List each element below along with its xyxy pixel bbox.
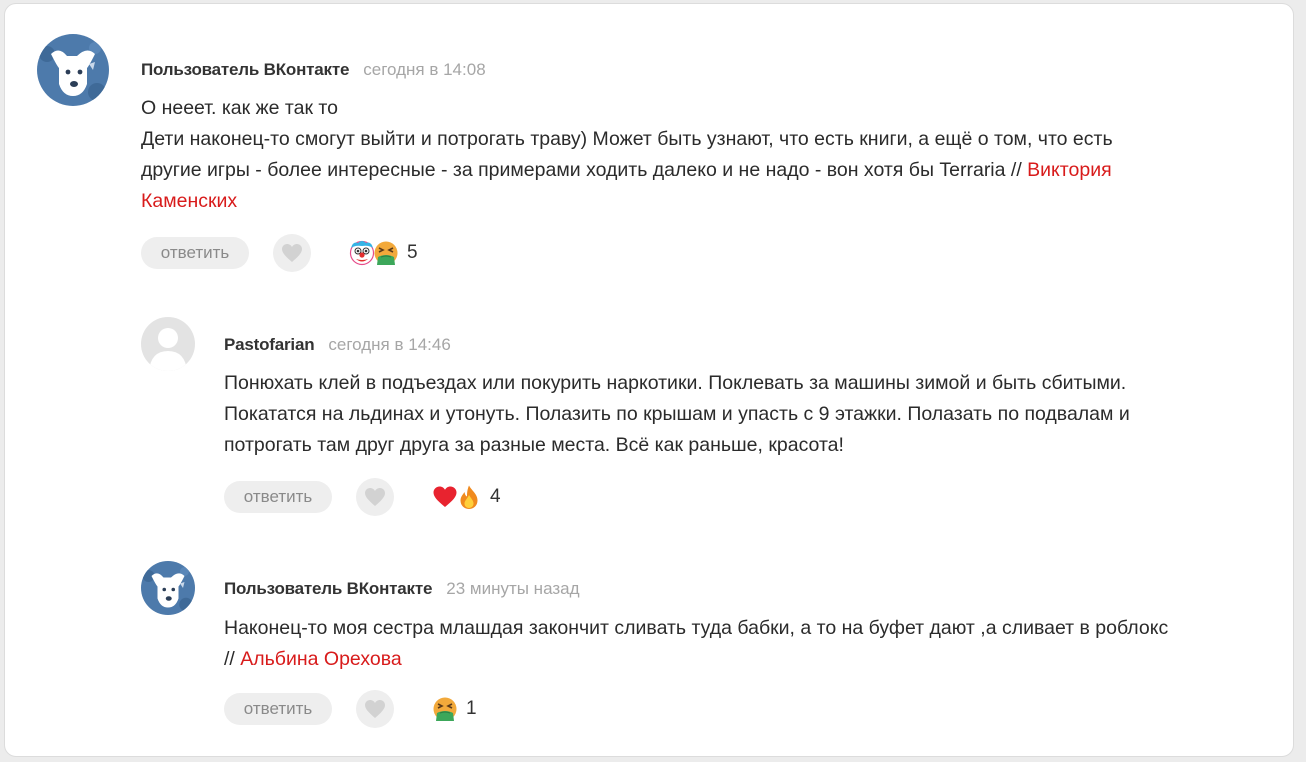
- comment-line: Каменских: [141, 186, 1241, 217]
- clown-emoji-icon: [349, 240, 375, 266]
- comment-timestamp[interactable]: сегодня в 14:46: [328, 335, 450, 354]
- reaction-count: 1: [466, 698, 477, 719]
- mention-link[interactable]: Альбина Орехова: [240, 648, 401, 670]
- comment-actions: ответить 1: [224, 689, 624, 729]
- author-name[interactable]: Pastofarian: [224, 335, 315, 354]
- comment-line-text: другие игры - более интересные - за прим…: [141, 159, 1028, 181]
- avatar[interactable]: [37, 34, 109, 106]
- vk-dog-avatar-icon: [141, 561, 195, 615]
- comment-line: Наконец-то моя сестра млашдая закончит с…: [224, 617, 1169, 639]
- reaction-count: 5: [407, 242, 418, 263]
- default-user-avatar-icon: [141, 317, 195, 371]
- comment-header: Пользователь ВКонтакте сегодня в 14:08: [141, 60, 486, 80]
- heart-emoji-icon: [432, 484, 458, 510]
- comment-line-text: //: [224, 648, 241, 670]
- vk-dog-avatar-icon: [37, 34, 109, 106]
- comment-timestamp[interactable]: сегодня в 14:08: [363, 60, 485, 79]
- mention-link[interactable]: Виктория: [1027, 159, 1112, 181]
- reaction-count: 4: [490, 486, 501, 507]
- heart-icon: [282, 244, 302, 262]
- comment-text: Понюхать клей в подъездах или покурить н…: [224, 368, 1264, 461]
- heart-icon: [365, 700, 385, 718]
- comment-line: Покататся на льдинах и утонуть. Полазить…: [224, 403, 1130, 425]
- comment-actions: ответить 5: [141, 233, 541, 273]
- comment-line: О нееет. как же так то: [141, 97, 338, 119]
- avatar[interactable]: [141, 561, 195, 615]
- like-button[interactable]: [356, 478, 394, 516]
- author-name[interactable]: Пользователь ВКонтакте: [141, 60, 349, 79]
- reply-button[interactable]: ответить: [224, 481, 332, 513]
- comment-timestamp[interactable]: 23 минуты назад: [446, 579, 579, 598]
- reactions-summary[interactable]: 1: [432, 695, 477, 723]
- comment-line: другие игры - более интересные - за прим…: [141, 155, 1241, 186]
- vomiting-emoji-icon: [432, 696, 458, 722]
- comment-actions: ответить 4: [224, 477, 624, 517]
- like-button[interactable]: [273, 234, 311, 272]
- reply-button[interactable]: ответить: [141, 237, 249, 269]
- fire-emoji-icon: [456, 484, 482, 510]
- reactions-summary[interactable]: 5: [349, 239, 418, 267]
- vomiting-emoji-icon: [373, 240, 399, 266]
- mention-link-continued[interactable]: Каменских: [141, 190, 237, 212]
- comment-header: Pastofarian сегодня в 14:46: [224, 335, 451, 355]
- comment-text: Наконец-то моя сестра млашдая закончит с…: [224, 613, 1284, 675]
- avatar[interactable]: [141, 317, 195, 371]
- like-button[interactable]: [356, 690, 394, 728]
- heart-icon: [365, 488, 385, 506]
- reactions-summary[interactable]: 4: [432, 483, 501, 511]
- comment-line: Понюхать клей в подъездах или покурить н…: [224, 372, 1127, 394]
- comment-header: Пользователь ВКонтакте 23 минуты назад: [224, 579, 580, 599]
- author-name[interactable]: Пользователь ВКонтакте: [224, 579, 432, 598]
- comment-line: потрогать там друг друга за разные места…: [224, 434, 844, 456]
- reply-button[interactable]: ответить: [224, 693, 332, 725]
- comment-text: О нееет. как же так то Дети наконец-то с…: [141, 93, 1241, 217]
- comments-card: Пользователь ВКонтакте сегодня в 14:08 О …: [4, 3, 1294, 757]
- comment-line: // Альбина Орехова: [224, 644, 1284, 675]
- comment-line: Дети наконец-то смогут выйти и потрогать…: [141, 128, 1113, 150]
